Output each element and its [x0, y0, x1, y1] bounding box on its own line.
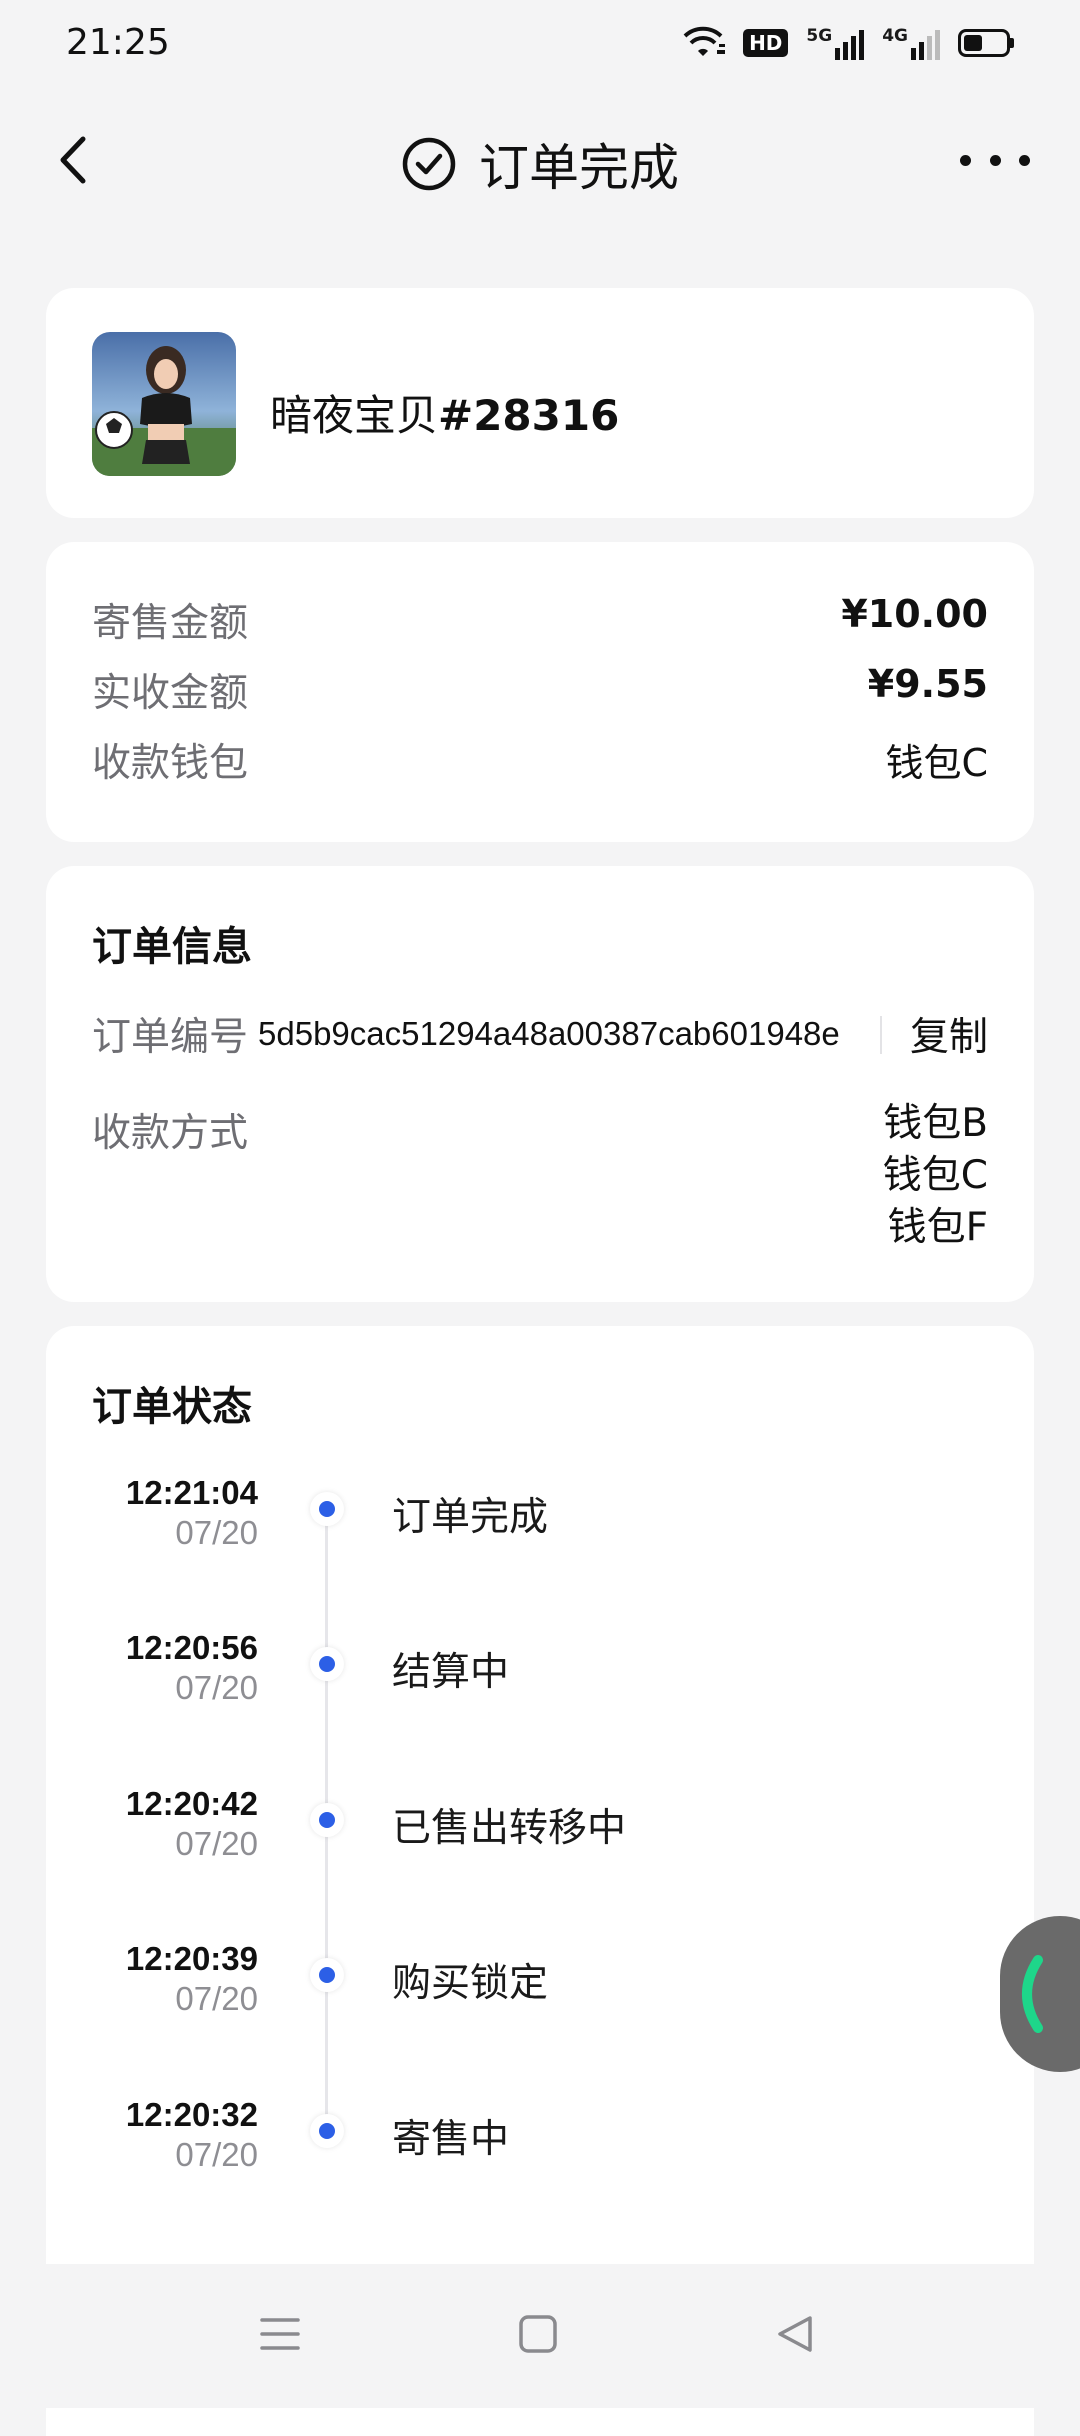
order-id-label: 订单编号 [92, 1015, 249, 1060]
order-info-card: 订单信息 订单编号 5d5b9cac51294a48a00387cab60194… [46, 866, 1034, 1302]
timeline-label: 购买锁定 [392, 1961, 549, 2006]
status-time: 21:25 [66, 22, 170, 63]
timeline-dot [310, 1492, 344, 1526]
more-button[interactable] [960, 140, 1030, 180]
order-id-row: 订单编号 5d5b9cac51294a48a00387cab601948e [92, 1006, 840, 1062]
timeline-dot [310, 1647, 344, 1681]
timeline-date: 07/20 [175, 1980, 258, 2017]
timeline-date: 07/20 [175, 1669, 258, 1706]
signal-4g-icon: 4G [882, 26, 940, 60]
receiving-wallet-value: 钱包C [885, 741, 988, 785]
amounts-card: 寄售金额 ¥10.00 实收金额 ¥9.55 收款钱包 钱包C [46, 542, 1034, 842]
payment-method-item: 钱包F [887, 1205, 988, 1250]
timeline-date: 07/20 [175, 1825, 258, 1862]
system-home-button[interactable] [508, 2304, 568, 2364]
back-triangle-icon [778, 2316, 812, 2352]
timeline-dot [310, 1803, 344, 1837]
nav-title-group: 订单完成 [0, 128, 1080, 200]
copy-button[interactable]: 复制 [910, 1006, 988, 1062]
timeline-label: 订单完成 [392, 1495, 549, 1540]
timeline-item: 12:20:56 07/20 结算中 [46, 1629, 1034, 1729]
receiving-wallet-label: 收款钱包 [92, 741, 249, 786]
timeline-time: 12:20:42 [125, 1785, 258, 1822]
consign-amount-value: ¥10.00 [841, 592, 988, 636]
more-dot [989, 154, 1001, 166]
payment-method-item: 钱包B [883, 1101, 988, 1146]
timeline-time: 12:20:56 [125, 1629, 258, 1666]
more-dot [960, 154, 971, 166]
product-name: 暗夜宝贝#28316 [270, 382, 619, 443]
signal-5g-label: 5G [806, 26, 833, 46]
timeline-date: 07/20 [175, 1514, 258, 1551]
order-id-value: 5d5b9cac51294a48a00387cab601948e [258, 1015, 840, 1052]
system-menu-button[interactable] [250, 2304, 310, 2364]
floating-assistant-button[interactable] [1000, 1916, 1080, 2072]
order-status-title: 订单状态 [92, 1384, 252, 1430]
product-name-number: #28316 [438, 391, 620, 440]
timeline-label: 已售出转移中 [392, 1806, 627, 1851]
timeline-time: 12:20:39 [125, 1940, 258, 1977]
timeline-dot [310, 2114, 344, 2148]
payment-method-label: 收款方式 [92, 1111, 249, 1156]
copy-divider [880, 1016, 882, 1054]
timeline-label: 寄售中 [392, 2117, 510, 2162]
wifi-icon [683, 26, 726, 56]
hd-badge: HD [743, 29, 789, 57]
payment-method-item: 钱包C [882, 1153, 988, 1198]
more-dot [1019, 154, 1030, 166]
product-card[interactable]: 暗夜宝贝#28316 [46, 288, 1034, 518]
page-title: 订单完成 [479, 139, 679, 197]
signal-4g-label: 4G [882, 26, 908, 46]
timeline-item: 12:20:32 07/20 寄售中 [46, 2096, 1034, 2196]
product-image-icon [92, 332, 236, 476]
timeline-item: 12:20:42 07/20 已售出转移中 [46, 1785, 1034, 1885]
signal-5g-icon: 5G [806, 26, 865, 60]
timeline-dot [310, 1958, 344, 1992]
timeline-time: 12:20:32 [125, 2096, 258, 2133]
check-circle-icon [402, 137, 456, 191]
timeline-time: 12:21:04 [125, 1474, 258, 1511]
status-icons: HD 5G 4G [681, 26, 1014, 60]
payment-method-list: 钱包B 钱包C 钱包F [883, 1098, 988, 1254]
timeline-date: 07/20 [175, 2136, 258, 2173]
timeline-item: 12:20:39 07/20 购买锁定 [46, 1940, 1034, 2040]
system-navigation-bar [0, 2264, 1080, 2408]
order-info-title: 订单信息 [92, 924, 252, 970]
consign-amount-label: 寄售金额 [92, 601, 249, 646]
timeline-label: 结算中 [392, 1650, 510, 1695]
product-thumbnail [92, 332, 236, 476]
assistant-icon [1022, 1955, 1043, 2033]
system-back-button[interactable] [766, 2304, 826, 2364]
received-amount-value: ¥9.55 [867, 662, 988, 706]
battery-icon [958, 29, 1014, 57]
menu-icon [260, 2318, 300, 2350]
product-name-prefix: 暗夜宝贝 [270, 391, 439, 440]
home-square-icon [519, 2315, 557, 2353]
received-amount-label: 实收金额 [92, 671, 249, 716]
timeline-item: 12:21:04 07/20 订单完成 [46, 1474, 1034, 1574]
